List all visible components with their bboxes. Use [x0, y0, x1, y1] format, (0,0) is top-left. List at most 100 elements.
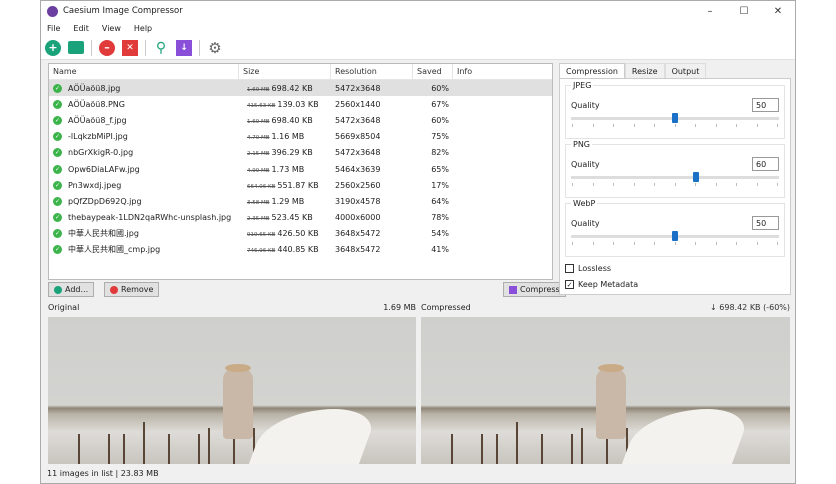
file-name: Opw6DiaLAFw.jpg — [68, 164, 140, 174]
col-name[interactable]: Name — [49, 64, 239, 79]
tab-output[interactable]: Output — [664, 63, 707, 78]
original-size: 746.96 KB — [247, 248, 276, 255]
quality-label: Quality — [571, 218, 600, 228]
slider-tick — [715, 183, 717, 186]
original-size: 919.65 KB — [247, 232, 276, 239]
table-row[interactable]: ✓ Opw6DiaLAFw.jpg 4.99 MB 1.73 MB 5464x363… — [49, 161, 552, 177]
original-preview[interactable] — [48, 317, 416, 464]
compressed-preview[interactable] — [421, 317, 790, 464]
compressed-label: Compressed — [421, 303, 471, 312]
col-size[interactable]: Size — [239, 64, 331, 79]
quality-slider[interactable] — [571, 172, 779, 182]
compressed-size: 698.42 KB — [271, 83, 313, 93]
window-title: Caesium Image Compressor — [63, 6, 183, 16]
quality-input[interactable]: 50 — [752, 216, 779, 230]
minimize-button[interactable]: – — [693, 6, 727, 17]
slider-tick — [736, 183, 737, 186]
title-bar: Caesium Image Compressor – ☐ ✕ — [41, 1, 795, 21]
saved: 60% — [431, 83, 449, 93]
pier-post — [451, 434, 453, 464]
pier-post — [168, 434, 170, 464]
menu-edit[interactable]: Edit — [73, 24, 89, 33]
file-name: thebaypeak-1LDN2qaRWhc-unsplash.jpg — [68, 213, 232, 223]
saved: 54% — [431, 229, 449, 239]
compressed-size: 698.40 KB — [271, 115, 313, 125]
slider-tick — [715, 242, 717, 245]
keep-metadata-checkbox[interactable]: ✓ Keep Metadata — [565, 280, 785, 289]
resolution: 5472x3648 — [335, 148, 381, 158]
compressed-size: 139.03 KB — [277, 99, 319, 109]
add-button[interactable]: Add... — [48, 282, 95, 297]
compress-button[interactable]: Compress — [503, 282, 566, 297]
toolbar-divider — [145, 39, 146, 56]
tab-resize[interactable]: Resize — [624, 63, 665, 78]
col-resolution[interactable]: Resolution — [331, 64, 413, 79]
settings-icon[interactable]: ⚙ — [207, 39, 223, 57]
original-label: Original — [48, 303, 80, 312]
group-title: JPEG — [571, 81, 594, 90]
image-list[interactable]: Name Size Resolution Saved Info ✓ AÖÜaöü8… — [48, 63, 553, 280]
quality-group-webp: WebP Quality 50 — [565, 199, 785, 257]
check-icon: ✓ — [53, 132, 62, 142]
slider-tick — [777, 124, 778, 127]
slider-tick — [777, 183, 778, 186]
table-row[interactable]: ✓ 中華人民共和國.jpg 919.65 KB 426.50 KB 3648x547… — [49, 226, 552, 242]
slider-tick — [756, 124, 758, 127]
pier-post — [208, 428, 210, 464]
tab-compression[interactable]: Compression — [559, 63, 625, 78]
table-row[interactable]: ✓ -lLqkzbMiPI.jpg 4.70 MB 1.16 MB 5669x850… — [49, 129, 552, 145]
close-button[interactable]: ✕ — [761, 6, 795, 17]
table-row[interactable]: ✓ thebaypeak-1LDN2qaRWhc-unsplash.jpg 2.3… — [49, 210, 552, 226]
menu-help[interactable]: Help — [134, 24, 152, 33]
slider-tick — [613, 242, 614, 245]
hat — [598, 364, 624, 372]
saved: 75% — [431, 132, 449, 142]
col-saved[interactable]: Saved — [413, 64, 453, 79]
table-row[interactable]: ✓ AÖÜaöü8.jpg 1.69 MB 698.42 KB 5472x3648 … — [49, 80, 552, 97]
slider-tick — [572, 242, 573, 245]
saved: 41% — [431, 245, 449, 255]
table-row[interactable]: ✓ 中華人民共和國_cmp.jpg 746.96 KB 440.85 KB 3648… — [49, 242, 552, 258]
checkbox-icon: ✓ — [565, 280, 574, 289]
options-panel: Compression Resize Output JPEG Quality 50… — [559, 63, 791, 295]
original-header: Original 1.69 MB — [48, 303, 416, 312]
slider-tick — [592, 183, 594, 186]
menu-file[interactable]: File — [47, 24, 60, 33]
slider-handle[interactable] — [672, 231, 678, 241]
saved: 65% — [431, 164, 449, 174]
original-size: 2.35 MB — [247, 216, 270, 223]
slider-handle[interactable] — [692, 172, 699, 182]
slider-tick — [756, 242, 758, 245]
table-row[interactable]: ✓ AÖÜaöü8_f.jpg 1.69 MB 698.40 KB 5472x364… — [49, 112, 552, 128]
checkbox-label: Lossless — [578, 264, 612, 273]
compress-icon[interactable]: ↓ — [176, 39, 192, 56]
dress — [620, 409, 752, 464]
remove-button[interactable]: Remove — [104, 282, 160, 297]
quality-slider[interactable] — [571, 231, 779, 241]
maximize-button[interactable]: ☐ — [727, 6, 761, 17]
quality-slider[interactable] — [571, 113, 779, 123]
saved: 67% — [431, 99, 449, 109]
lossless-checkbox[interactable]: Lossless — [565, 264, 785, 273]
compressed-size: 440.85 KB — [277, 245, 319, 255]
file-name: AÖÜaöü8.jpg — [68, 83, 121, 93]
resolution: 5669x8504 — [335, 132, 381, 142]
col-info[interactable]: Info — [453, 64, 552, 79]
table-row[interactable]: ✓ pQfZDpD692Q.jpg 3.58 MB 1.29 MB 3190x457… — [49, 193, 552, 209]
slider-handle[interactable] — [672, 113, 678, 123]
original-size: 3.58 MB — [247, 199, 270, 206]
slider-tick — [695, 183, 696, 186]
folder-icon[interactable] — [68, 41, 84, 54]
search-icon[interactable]: ⚲ — [153, 40, 169, 56]
table-row[interactable]: ✓ AÖÜaöü8.PNG 415.63 KB 139.03 KB 2560x144… — [49, 96, 552, 112]
remove-icon[interactable]: – — [99, 39, 115, 56]
table-row[interactable]: ✓ Pn3wxdj.jpeg 664.06 KB 551.87 KB 2560x25… — [49, 177, 552, 193]
quality-input[interactable]: 50 — [752, 98, 779, 112]
quality-input[interactable]: 60 — [752, 157, 779, 171]
add-icon[interactable]: + — [45, 39, 61, 56]
table-row[interactable]: ✓ nbGrXkigR-0.jpg 2.15 MB 396.29 KB 5472x3… — [49, 145, 552, 161]
pier-post — [516, 422, 518, 464]
menu-view[interactable]: View — [102, 24, 121, 33]
clear-icon[interactable]: ✕ — [122, 39, 138, 56]
original-size: 1.69 MB — [247, 86, 270, 93]
